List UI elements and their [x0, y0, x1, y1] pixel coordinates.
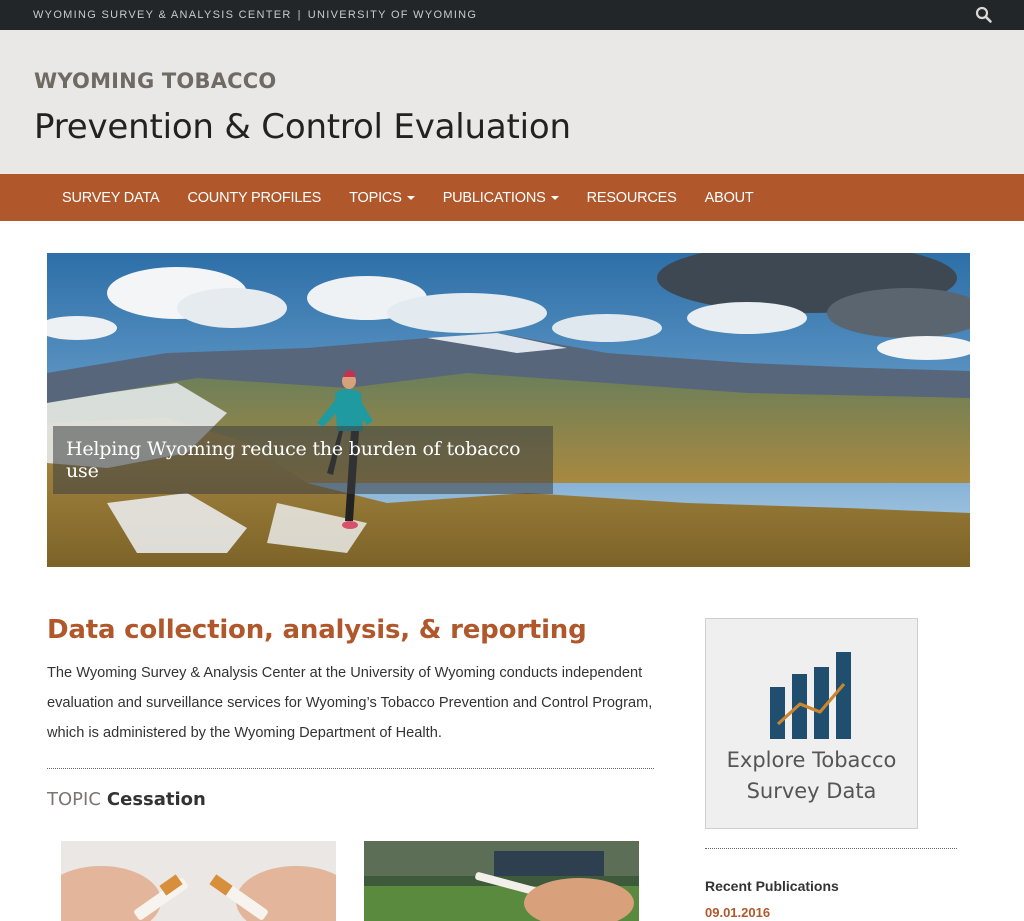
topic-name[interactable]: Cessation [107, 789, 206, 810]
utility-bar-text: WYOMING SURVEY & ANALYSIS CENTER | UNIVERS… [33, 9, 477, 21]
nav-label: ABOUT [704, 189, 754, 206]
nav-survey-data[interactable]: SURVEY DATA [48, 190, 173, 206]
section-heading: Data collection, analysis, & reporting [47, 615, 587, 645]
topic-thumbnail-hand-cigarette[interactable] [364, 841, 639, 921]
hero-image: Helping Wyoming reduce the burden of tob… [47, 253, 970, 567]
university-link[interactable]: UNIVERSITY OF WYOMING [308, 9, 478, 21]
site-header: WYOMING TOBACCO Prevention & Control Eva… [0, 30, 1024, 174]
nav-county-profiles[interactable]: COUNTY PROFILES [173, 190, 335, 206]
sidebar-divider [705, 848, 957, 849]
nav-label: TOPICS [349, 189, 402, 206]
separator: | [297, 9, 302, 21]
chevron-down-icon [550, 195, 559, 200]
recent-publications-heading: Recent Publications [705, 878, 839, 894]
divider [47, 768, 654, 769]
site-title[interactable]: Prevention & Control Evaluation [34, 107, 990, 147]
topic-thumbnail-broken-cigarette[interactable] [61, 841, 336, 921]
hero-landscape-illustration [47, 253, 970, 567]
utility-bar: WYOMING SURVEY & ANALYSIS CENTER | UNIVERS… [0, 0, 1024, 30]
main-content: Data collection, analysis, & reporting T… [47, 615, 654, 921]
chevron-down-icon [406, 195, 415, 200]
topic-label: TOPIC [47, 789, 101, 810]
topic-heading: TOPIC Cessation [47, 789, 654, 810]
nav-label: RESOURCES [586, 189, 677, 206]
bar-chart-icon [770, 652, 851, 739]
section-body: The Wyoming Survey & Analysis Center at … [47, 665, 653, 741]
main-nav: SURVEY DATA COUNTY PROFILES TOPICS PUBLI… [0, 174, 1024, 221]
nav-label: SURVEY DATA [62, 189, 160, 206]
nav-about[interactable]: ABOUT [691, 190, 768, 206]
publication-date: 09.01.2016 [705, 905, 771, 920]
hero-caption: Helping Wyoming reduce the burden of tob… [53, 426, 553, 494]
search-icon[interactable] [975, 6, 993, 24]
nav-topics[interactable]: TOPICS [335, 190, 429, 206]
nav-label: PUBLICATIONS [442, 189, 546, 206]
nav-resources[interactable]: RESOURCES [573, 190, 691, 206]
nav-publications[interactable]: PUBLICATIONS [429, 190, 573, 206]
site-kicker[interactable]: WYOMING TOBACCO [34, 69, 990, 93]
explore-survey-data-card[interactable]: Explore Tobacco Survey Data [705, 618, 918, 829]
hero-caption-text: Helping Wyoming reduce the burden of tob… [66, 438, 521, 482]
org-link[interactable]: WYOMING SURVEY & ANALYSIS CENTER [33, 9, 292, 21]
explore-label: Explore Tobacco Survey Data [726, 748, 897, 803]
nav-label: COUNTY PROFILES [187, 189, 322, 206]
